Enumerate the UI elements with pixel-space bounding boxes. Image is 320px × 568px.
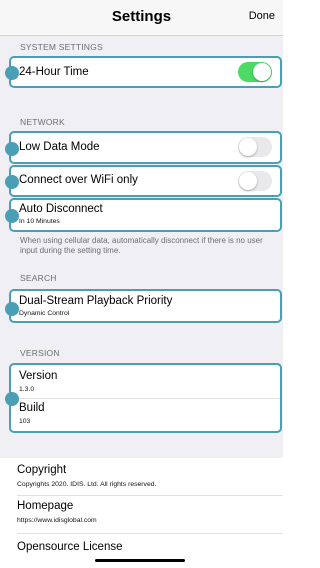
version-group: Version 1.3.0 Build 103 (5, 363, 282, 433)
wifi-only-group: Connect over WiFi only (5, 165, 282, 197)
row-copyright-label: Copyright (17, 464, 67, 476)
auto-disconnect-footnote: When using cellular data, automatically … (20, 236, 263, 255)
section-header-version: VERSION (20, 348, 60, 358)
low-data-group: Low Data Mode (5, 131, 282, 164)
build-value: 103 (19, 418, 31, 425)
toggle-knob (239, 138, 257, 156)
row-version-label: Version (19, 370, 58, 382)
row-connect-wifi-only-label: Connect over WiFi only (19, 174, 138, 186)
homepage-value: https://www.idisglobal.com (17, 517, 97, 524)
system-settings-group: 24-Hour Time (5, 56, 282, 88)
row-auto-disconnect[interactable]: Auto Disconnect In 10 Minutes (11, 200, 280, 230)
section-header-search: SEARCH (20, 273, 57, 283)
low-data-mode-toggle[interactable] (238, 137, 272, 157)
section-header-network: NETWORK (20, 117, 65, 127)
toggle-knob (239, 172, 257, 190)
auto-disconnect-value: In 10 Minutes (19, 218, 60, 225)
settings-screen: Settings Done SYSTEM SETTINGS 24-Hour Ti… (0, 0, 283, 568)
row-24-hour-time-label: 24-Hour Time (19, 66, 89, 78)
row-build: Build 103 (11, 399, 280, 431)
row-24-hour-time[interactable]: 24-Hour Time (11, 58, 280, 86)
row-dual-stream-playback[interactable]: Dual-Stream Playback Priority Dynamic Co… (11, 291, 280, 321)
row-connect-wifi-only[interactable]: Connect over WiFi only (11, 167, 280, 195)
row-opensource-license-label: Opensource License (17, 541, 123, 553)
dual-stream-playback-value: Dynamic Control (19, 310, 70, 317)
connect-wifi-only-toggle[interactable] (238, 171, 272, 191)
home-indicator[interactable] (95, 559, 185, 562)
row-version: Version 1.3.0 (11, 365, 280, 398)
search-group: Dual-Stream Playback Priority Dynamic Co… (5, 289, 282, 323)
done-button[interactable]: Done (249, 10, 275, 22)
navigation-bar: Settings Done (0, 0, 283, 36)
row-dual-stream-playback-label: Dual-Stream Playback Priority (19, 295, 173, 307)
copyright-value: Copyrights 2020. IDIS. Ltd. All rights r… (17, 481, 157, 488)
section-header-system: SYSTEM SETTINGS (20, 42, 103, 52)
row-homepage-label: Homepage (17, 500, 74, 512)
about-group: Copyright Copyrights 2020. IDIS. Ltd. Al… (0, 458, 283, 568)
auto-disconnect-group: Auto Disconnect In 10 Minutes (5, 198, 282, 232)
row-low-data-mode-label: Low Data Mode (19, 141, 100, 153)
page-title: Settings (111, 8, 172, 25)
row-build-label: Build (19, 402, 45, 414)
row-homepage[interactable]: Homepage https://www.idisglobal.com (0, 496, 283, 532)
toggle-knob (253, 63, 271, 81)
row-low-data-mode[interactable]: Low Data Mode (11, 133, 280, 162)
row-auto-disconnect-label: Auto Disconnect (19, 203, 103, 215)
version-value: 1.3.0 (19, 386, 35, 393)
24-hour-time-toggle[interactable] (238, 62, 272, 82)
row-copyright[interactable]: Copyright Copyrights 2020. IDIS. Ltd. Al… (0, 458, 283, 494)
